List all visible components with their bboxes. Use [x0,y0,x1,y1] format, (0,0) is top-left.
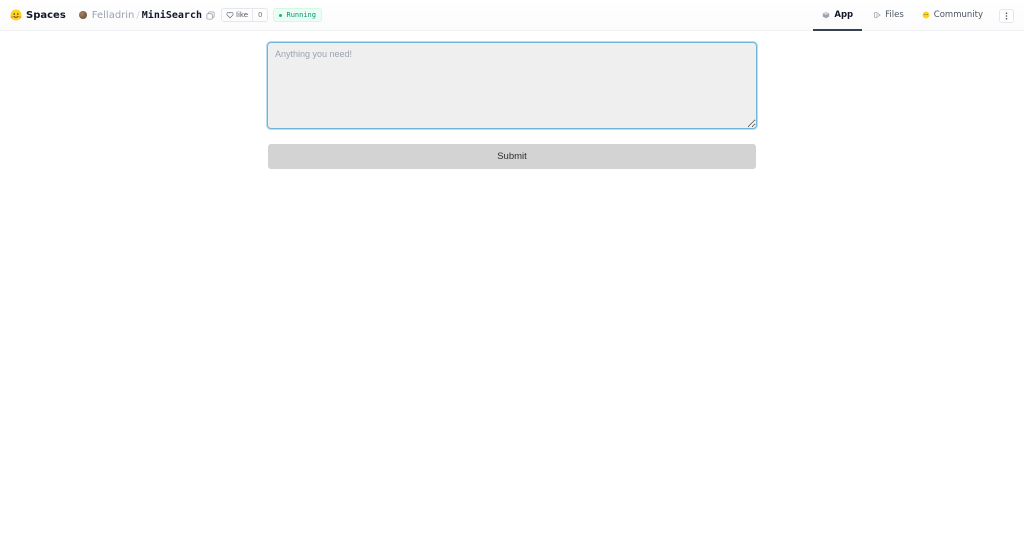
community-icon [922,11,930,18]
heart-icon [226,12,234,19]
header-left: Spaces Felladrin / MiniSearch like 0 Run… [0,0,322,31]
spaces-label: Spaces [26,9,66,21]
breadcrumb: Felladrin / MiniSearch [78,9,215,21]
like-button[interactable]: like 0 [221,8,269,22]
more-options-button[interactable] [999,8,1014,23]
tab-app-label: App [834,9,854,20]
tab-community-label: Community [933,9,983,20]
status-dot-icon [279,13,283,17]
hugging-face-icon [10,9,22,21]
tab-files[interactable]: Files [864,0,913,31]
status-label: Running [286,11,316,19]
top-header: Spaces Felladrin / MiniSearch like 0 Run… [0,0,1024,31]
header-right: App Files Community [813,0,1024,31]
like-count[interactable]: 0 [252,9,267,21]
tab-app[interactable]: App [813,0,863,31]
like-label: like [236,11,249,19]
spaces-link[interactable]: Spaces [10,9,66,21]
search-query-input[interactable] [267,42,757,129]
status-badge: Running [273,8,322,22]
repo-link[interactable]: MiniSearch [142,10,202,21]
submit-button[interactable]: Submit [268,144,756,169]
owner-avatar [78,11,87,19]
breadcrumb-separator: / [136,9,140,21]
tab-community[interactable]: Community [913,0,992,31]
more-vertical-icon [1005,11,1008,20]
like-action[interactable]: like [222,9,252,21]
copy-icon[interactable] [206,10,215,20]
files-icon [874,11,881,18]
tab-files-label: Files [885,9,904,20]
app-icon [823,11,830,18]
owner-link[interactable]: Felladrin [92,10,135,21]
